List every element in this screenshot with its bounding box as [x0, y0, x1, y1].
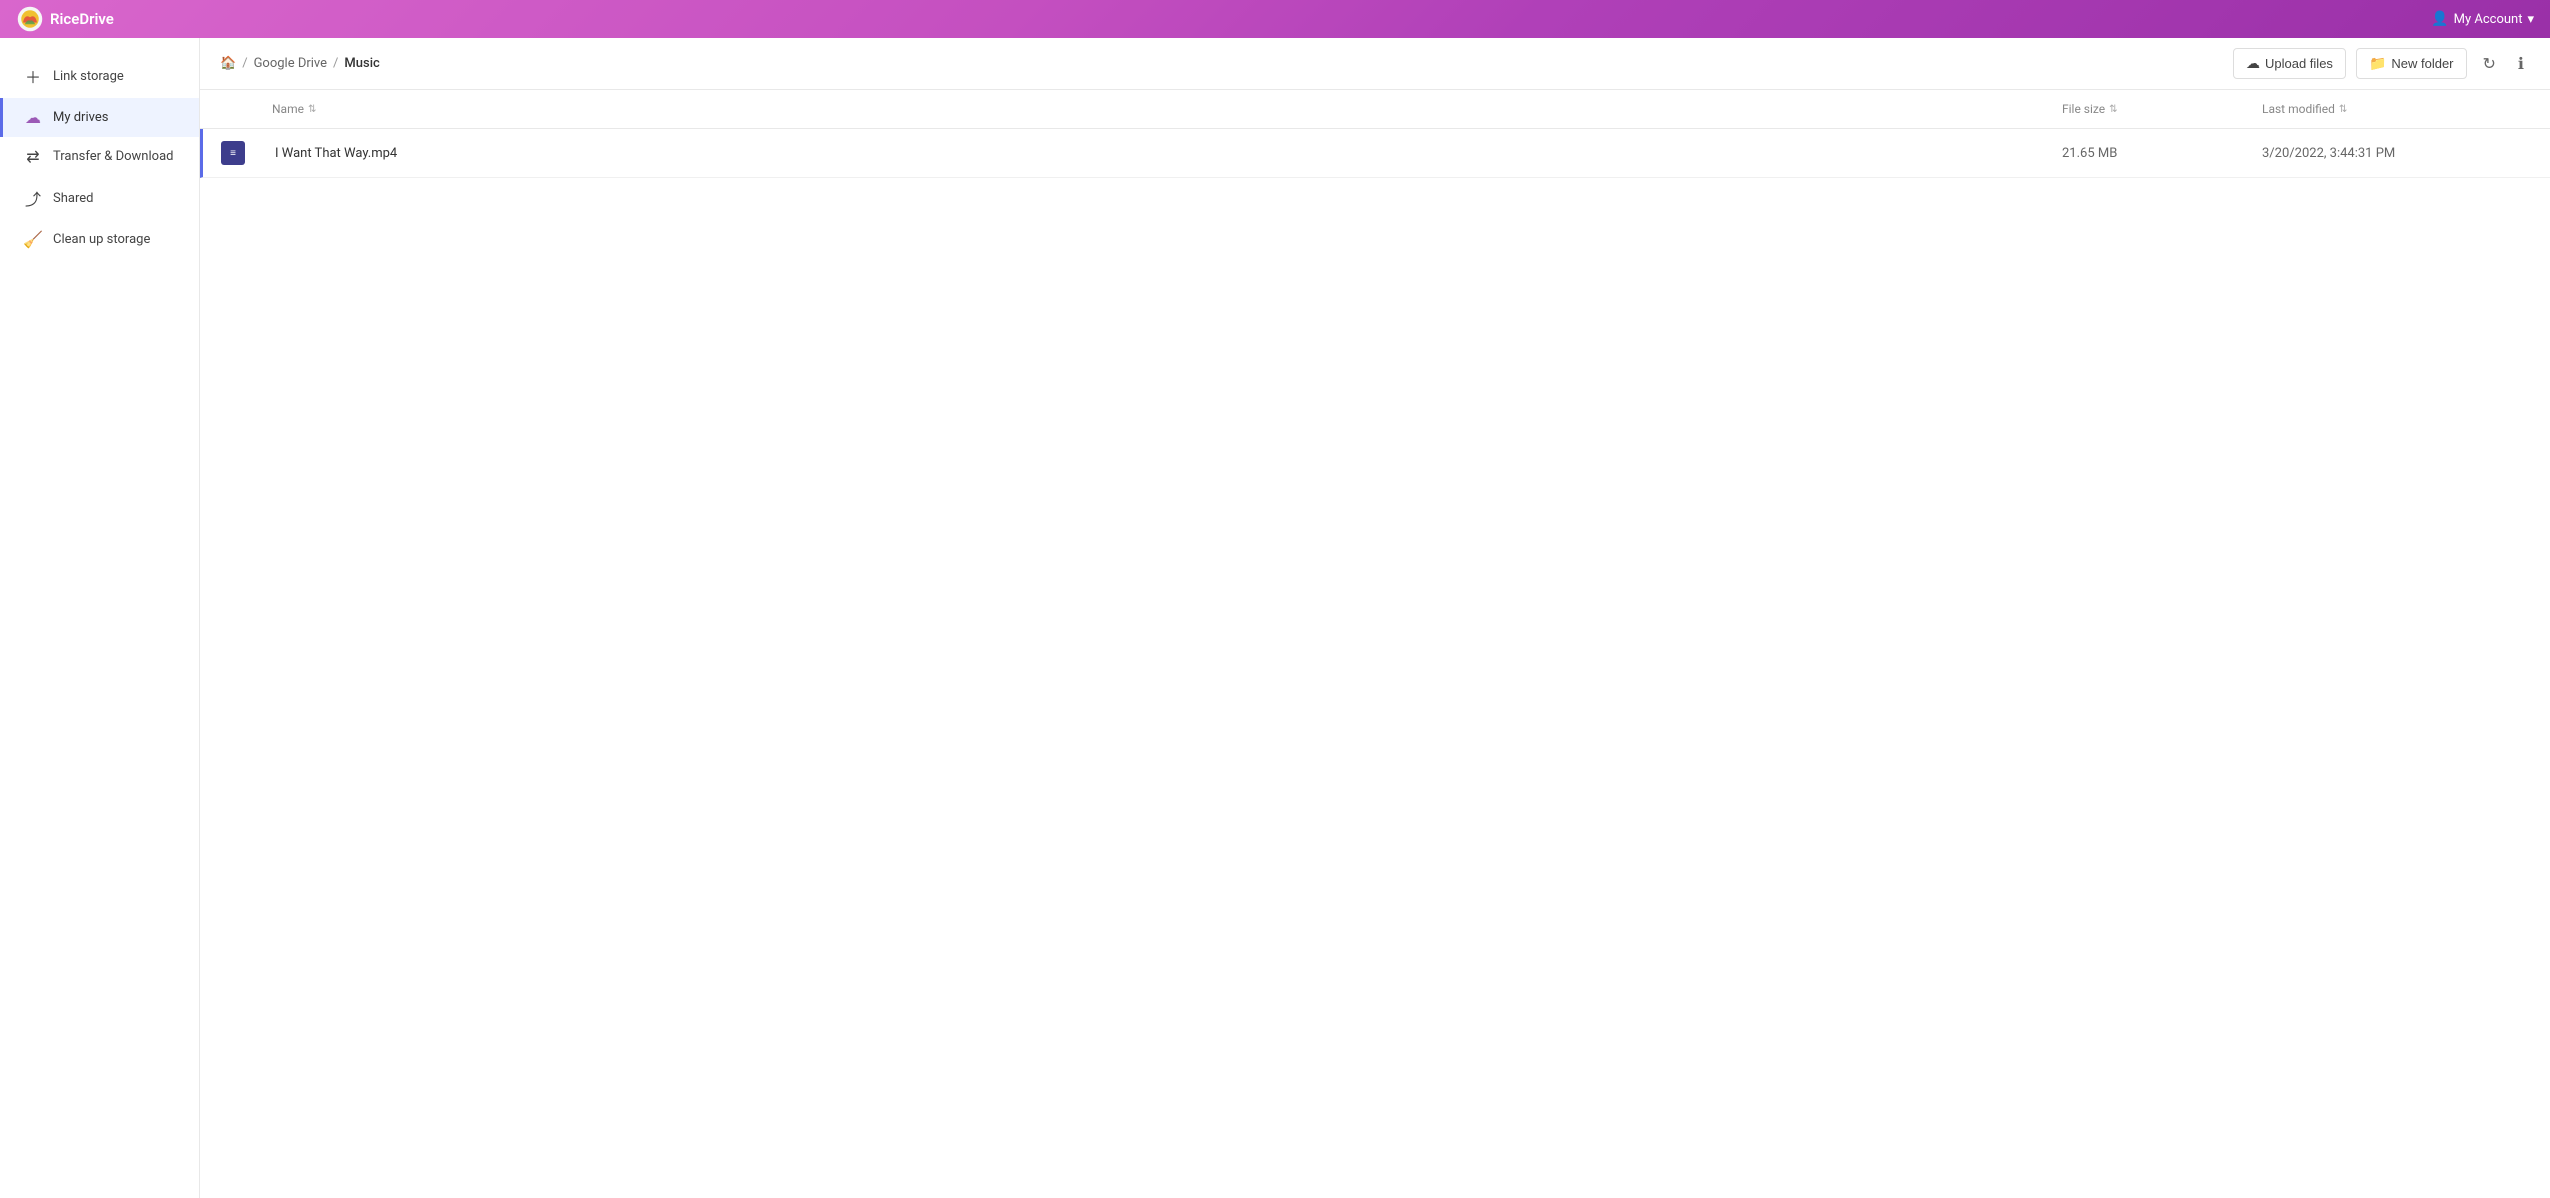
th-size[interactable]: File size ⇅	[2050, 98, 2250, 120]
table-row[interactable]: ≡ I Want That Way.mp4 21.65 MB 3/20/2022…	[200, 129, 2550, 178]
th-name[interactable]: Name ⇅	[260, 98, 2050, 120]
content-area: 🏠 / Google Drive / Music ☁ Upload files …	[200, 38, 2550, 1198]
table-header: Name ⇅ File size ⇅ Last modified ⇅	[200, 90, 2550, 129]
breadcrumb-sep1: /	[242, 56, 247, 71]
account-label: My Account	[2454, 12, 2523, 27]
sidebar-item-my-drives[interactable]: ☁ My drives	[0, 98, 199, 137]
sidebar-my-drives-label: My drives	[53, 110, 108, 125]
toolbar-actions: ☁ Upload files 📁 New folder ↻ ℹ	[2233, 48, 2530, 79]
refresh-button[interactable]: ↻	[2477, 50, 2502, 78]
th-modified[interactable]: Last modified ⇅	[2250, 98, 2550, 120]
sidebar-item-link-storage[interactable]: ＋ Link storage	[0, 54, 199, 98]
sidebar-transfer-label: Transfer & Download	[53, 149, 173, 164]
plus-icon: ＋	[23, 64, 43, 88]
file-rows-container: ≡ I Want That Way.mp4 21.65 MB 3/20/2022…	[200, 129, 2550, 178]
file-size-cell: 21.65 MB	[2050, 133, 2250, 173]
breadcrumb-sep2: /	[333, 56, 338, 71]
breadcrumb-music: Music	[344, 56, 379, 71]
th-checkbox	[200, 98, 260, 120]
logo[interactable]: RiceDrive	[16, 5, 114, 33]
logo-icon	[16, 5, 44, 33]
upload-icon: ☁	[2246, 55, 2260, 72]
breadcrumb: 🏠 / Google Drive / Music	[220, 56, 380, 71]
sidebar-shared-label: Shared	[53, 191, 93, 206]
breadcrumb-google-drive[interactable]: Google Drive	[254, 56, 327, 71]
th-modified-sort[interactable]: ⇅	[2339, 104, 2347, 115]
file-date-cell: 3/20/2022, 3:44:31 PM	[2250, 133, 2550, 173]
toolbar: 🏠 / Google Drive / Music ☁ Upload files …	[200, 38, 2550, 90]
sidebar-item-shared[interactable]: ⤴ Shared	[0, 176, 199, 220]
new-folder-label: New folder	[2391, 56, 2453, 71]
file-name-cell: I Want That Way.mp4	[263, 133, 2050, 173]
info-button[interactable]: ℹ	[2512, 50, 2530, 78]
sidebar-cleanup-label: Clean up storage	[53, 232, 150, 247]
th-name-label: Name	[272, 102, 304, 116]
th-name-sort[interactable]: ⇅	[308, 104, 316, 115]
th-modified-label: Last modified	[2262, 102, 2335, 116]
share-icon: ⤴	[23, 186, 43, 210]
transfer-icon: ⇄	[23, 147, 43, 166]
account-menu[interactable]: 👤 My Account ▾	[2431, 11, 2534, 27]
cloud-icon: ☁	[23, 108, 43, 127]
new-folder-button[interactable]: 📁 New folder	[2356, 48, 2467, 79]
upload-files-button[interactable]: ☁ Upload files	[2233, 48, 2346, 79]
breadcrumb-home-icon[interactable]: 🏠	[220, 56, 236, 71]
account-icon: 👤	[2431, 11, 2448, 27]
sidebar-item-cleanup[interactable]: 🧹 Clean up storage	[0, 220, 199, 259]
chevron-down-icon: ▾	[2527, 12, 2534, 27]
new-folder-icon: 📁	[2369, 55, 2386, 72]
sidebar: ＋ Link storage ☁ My drives ⇄ Transfer & …	[0, 38, 200, 1198]
app-title: RiceDrive	[50, 10, 114, 28]
file-table: Name ⇅ File size ⇅ Last modified ⇅ ≡ I W…	[200, 90, 2550, 1198]
sidebar-item-transfer-download[interactable]: ⇄ Transfer & Download	[0, 137, 199, 176]
file-icon-cell: ≡	[203, 133, 263, 173]
sidebar-link-storage-label: Link storage	[53, 69, 124, 84]
th-size-label: File size	[2062, 102, 2105, 116]
cleanup-icon: 🧹	[23, 230, 43, 249]
file-type-icon: ≡	[221, 141, 245, 165]
th-size-sort[interactable]: ⇅	[2109, 104, 2117, 115]
upload-files-label: Upload files	[2265, 56, 2333, 71]
